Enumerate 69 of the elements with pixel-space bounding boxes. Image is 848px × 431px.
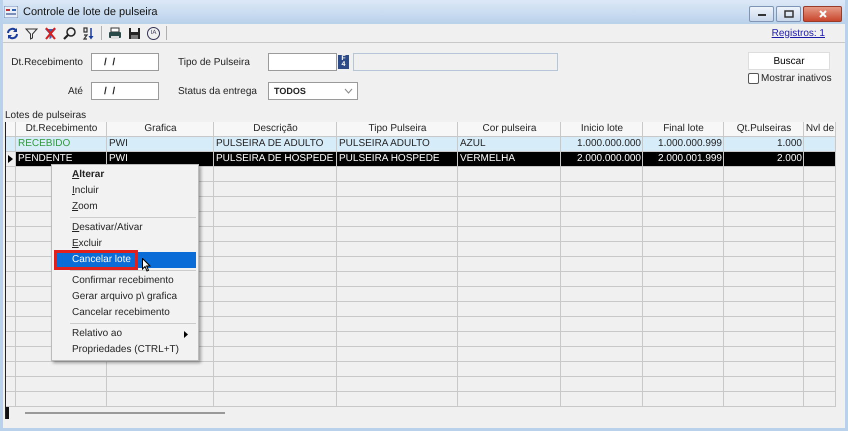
menu-item[interactable]: Incluir — [54, 183, 196, 199]
column-header[interactable]: Final lote — [643, 122, 724, 136]
column-header[interactable]: Tipo Pulseira — [337, 122, 458, 136]
menu-item[interactable]: Gerar arquivo p\ grafica — [54, 289, 196, 305]
status-dropdown[interactable]: TODOS — [268, 82, 358, 100]
table-cell: PWI — [109, 138, 128, 149]
table-cell: RECEBIDO — [18, 138, 70, 149]
table-cell: 1.000 — [776, 138, 802, 149]
table-cell: 1.000.000.000 — [577, 138, 641, 149]
table-cell: PULSEIRA DE HOSPEDE — [216, 153, 334, 164]
records-link[interactable]: Registros: 1 — [772, 28, 825, 38]
filter-icon[interactable] — [25, 26, 38, 40]
field-label: Até — [66, 86, 83, 96]
submenu-arrow-icon — [184, 331, 188, 338]
menu-item[interactable]: Excluir — [54, 236, 196, 252]
menu-item[interactable]: Relativo ao — [54, 326, 196, 342]
checkbox[interactable] — [748, 73, 759, 84]
scrollbar-thumb[interactable] — [25, 412, 225, 414]
minimize-button[interactable] — [749, 6, 774, 22]
printer-icon[interactable] — [108, 26, 122, 40]
maximize-icon — [784, 10, 794, 18]
sort-icon[interactable] — [82, 26, 95, 40]
close-icon — [818, 10, 828, 18]
table-row[interactable]: PENDENTE PWI PULSEIRA DE HOSPEDE PULSEIRA HOSPEDE VERMELHA 2.000.000.000 2.000.001.999 2.000 — [6, 152, 836, 167]
save-icon[interactable] — [128, 26, 141, 40]
type-field[interactable] — [268, 53, 337, 71]
mouse-pointer-icon — [142, 258, 151, 272]
column-header[interactable]: Cor pulseira — [458, 122, 561, 136]
table-cell: 1.000.000.999 — [658, 138, 722, 149]
close-button[interactable] — [803, 6, 842, 22]
column-header[interactable]: Grafica — [107, 122, 214, 136]
table-cell: 2.000.000.000 — [577, 153, 641, 164]
table-cell: PULSEIRA ADULTO — [339, 138, 430, 149]
refresh-icon[interactable] — [6, 26, 19, 40]
checkbox-label: Mostrar inativos — [761, 73, 832, 84]
table-cell: 2.000 — [776, 153, 802, 164]
column-header[interactable]: Inicio lote — [561, 122, 643, 136]
menu-item[interactable]: Propriedades (CTRL+T) — [54, 342, 196, 358]
column-header[interactable]: Descrição — [214, 122, 337, 136]
table-cell: AZUL — [460, 138, 486, 149]
column-header[interactable]: Qt.Pulseiras — [724, 122, 804, 136]
app-icon — [4, 6, 18, 18]
table-cell: VERMELHA — [460, 153, 516, 164]
clear-filter-icon[interactable] — [44, 26, 57, 40]
table-cell: 2.000.001.999 — [658, 153, 722, 164]
field-label: Dt.Recebimento — [10, 56, 83, 68]
table-cell: PULSEIRA HOSPEDE — [339, 153, 440, 164]
minimize-icon — [756, 11, 766, 17]
date-field[interactable]: / / — [91, 82, 159, 100]
maximize-button[interactable] — [776, 6, 801, 22]
column-header[interactable]: Nvl de — [804, 122, 836, 136]
grid-title: Lotes de pulseiras — [5, 110, 86, 121]
field-label: Tipo de Pulseira — [178, 56, 251, 68]
search-icon[interactable] — [63, 26, 76, 40]
chevron-down-icon — [344, 88, 353, 94]
window-title: Controle de lote de pulseira — [23, 6, 158, 18]
column-header[interactable]: Dt.Recebimento — [16, 122, 107, 136]
menu-item[interactable]: Confirmar recebimento — [54, 273, 196, 289]
table-row[interactable]: RECEBIDO PWI PULSEIRA DE ADULTO PULSEIRA ADULTO AZUL 1.000.000.000 1.000.000.999 1.000 — [6, 137, 836, 152]
menu-item[interactable]: Cancelar recebimento — [54, 305, 196, 321]
menu-item[interactable]: Zoom — [54, 199, 196, 215]
table-cell: PENDENTE — [18, 153, 72, 164]
menu-item[interactable]: Alterar — [54, 167, 196, 183]
date-field[interactable]: / / — [91, 53, 159, 71]
table-cell: PULSEIRA DE ADULTO — [216, 138, 324, 149]
field-label: Status da entrega — [178, 86, 258, 96]
table-cell: PWI — [109, 153, 128, 164]
search-button[interactable]: Buscar — [748, 52, 830, 70]
menu-item[interactable]: Desativar/Ativar — [54, 220, 196, 236]
